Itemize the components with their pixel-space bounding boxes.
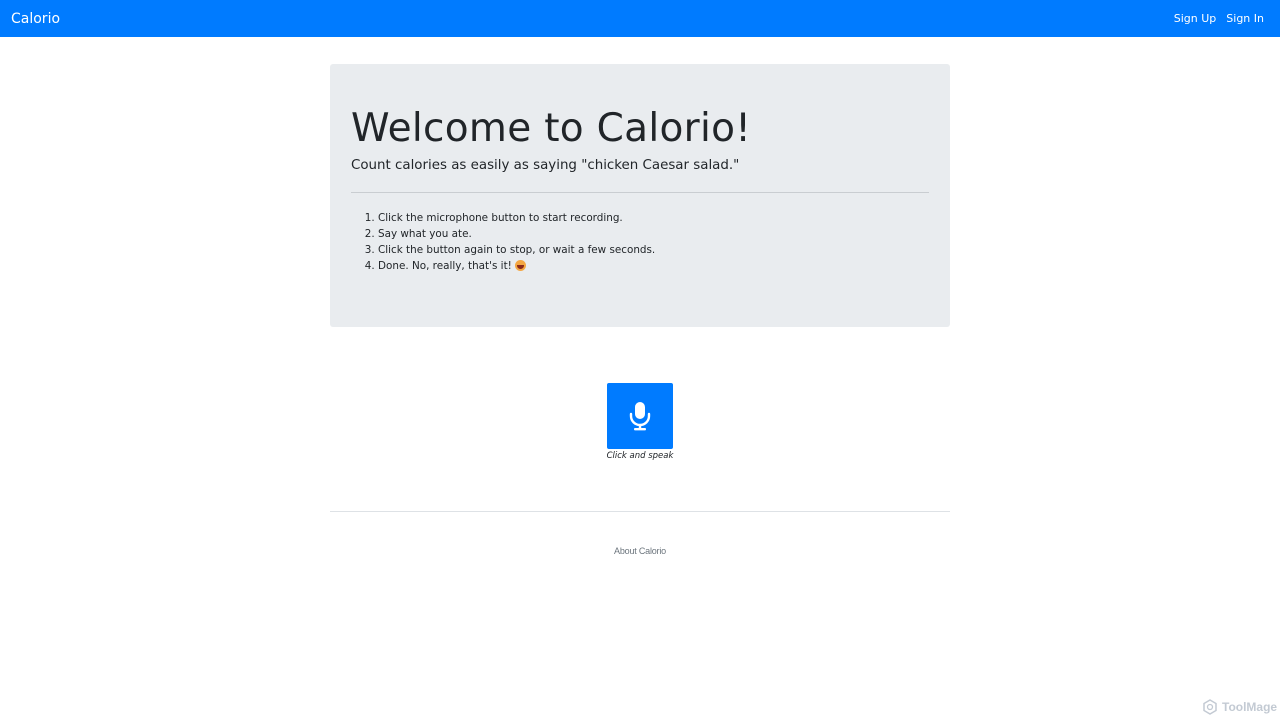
top-navbar: Calorio Sign Up Sign In xyxy=(0,0,1280,37)
instruction-step: Done. No, really, that's it! xyxy=(378,258,655,274)
grinning-face-icon xyxy=(514,260,526,271)
microphone-record-button[interactable] xyxy=(607,383,673,449)
instruction-step: Say what you ate. xyxy=(378,226,655,242)
lead-text: Count calories as easily as saying "chic… xyxy=(351,158,740,173)
watermark-label: ToolMage xyxy=(1222,700,1278,714)
sign-in-link[interactable]: Sign In xyxy=(1226,12,1264,25)
welcome-jumbotron: Welcome to Calorio! Count calories as ea… xyxy=(330,64,950,327)
instruction-step-text: Done. No, really, that's it! xyxy=(378,260,512,272)
instruction-step: Click the microphone button to start rec… xyxy=(378,210,655,226)
instruction-step-text: Say what you ate. xyxy=(378,228,472,240)
instructions-list: Click the microphone button to start rec… xyxy=(368,210,655,274)
watermark: ToolMage xyxy=(1202,699,1277,715)
microphone-icon xyxy=(629,402,651,431)
brand-link[interactable]: Calorio xyxy=(11,11,60,27)
sign-up-link[interactable]: Sign Up xyxy=(1174,12,1217,25)
jumbotron-divider xyxy=(351,192,929,193)
mic-caption: Click and speak xyxy=(606,451,674,461)
instruction-step: Click the button again to stop, or wait … xyxy=(378,242,655,258)
page-title: Welcome to Calorio! xyxy=(351,106,752,151)
about-link[interactable]: About Calorio xyxy=(540,546,740,556)
toolmage-logo-icon xyxy=(1203,699,1217,715)
instruction-step-text: Click the button again to stop, or wait … xyxy=(378,244,656,256)
instruction-step-text: Click the microphone button to start rec… xyxy=(378,212,623,224)
footer-divider xyxy=(330,511,950,512)
nav-links: Sign Up Sign In xyxy=(1174,12,1264,25)
